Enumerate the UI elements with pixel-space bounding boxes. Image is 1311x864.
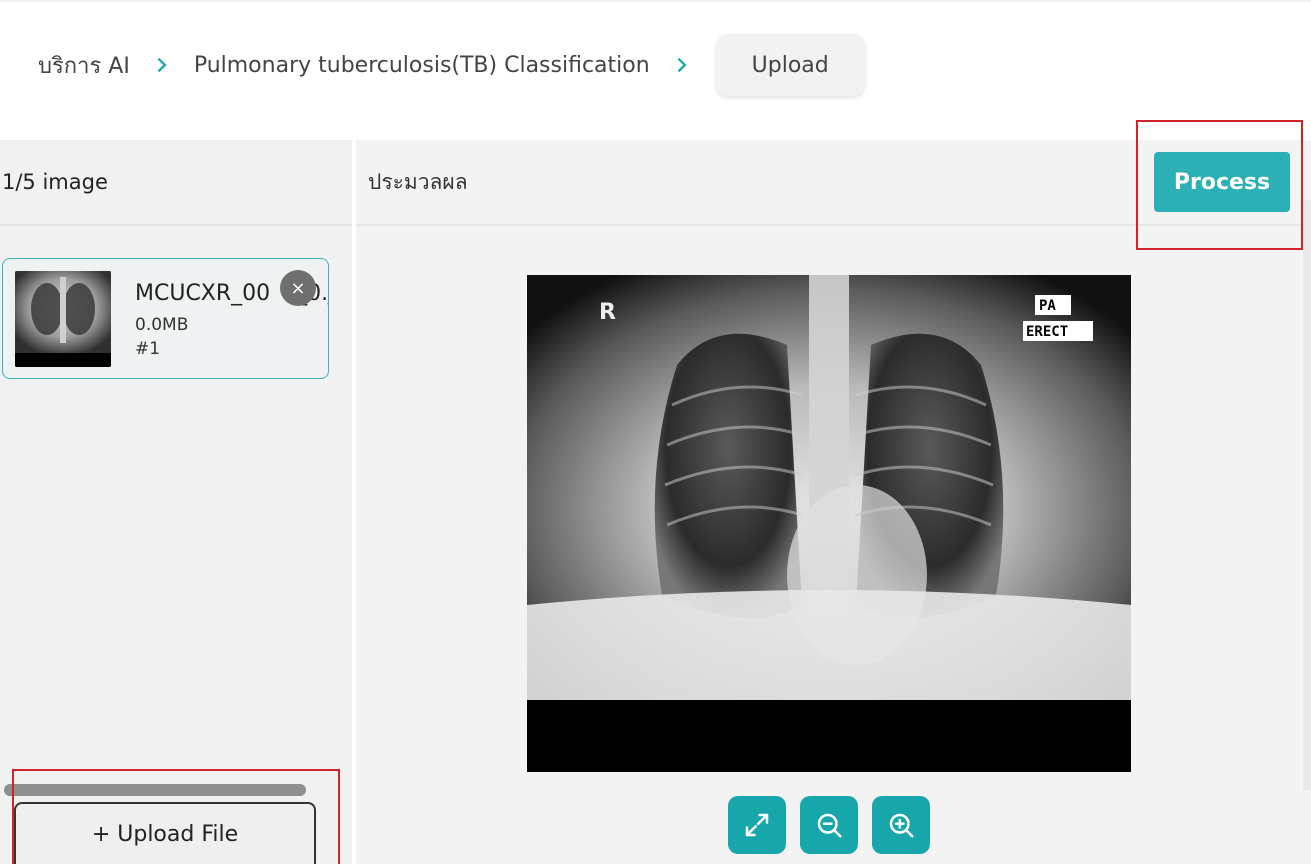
close-icon: × (290, 277, 306, 299)
expand-icon (745, 813, 769, 837)
xray-side-marker: R (599, 300, 616, 325)
zoom-in-icon (889, 813, 914, 838)
breadcrumb-ai-services[interactable]: บริการ AI (38, 48, 130, 83)
scrollbar-thumb[interactable] (4, 784, 306, 796)
file-size: 0.0MB (135, 315, 189, 335)
horizontal-scrollbar[interactable] (4, 784, 348, 798)
remove-file-button[interactable]: × (280, 270, 316, 306)
xray-position-label: ERECT (1026, 324, 1068, 340)
file-card[interactable]: MCUCXR_00_0.jp 0.0MB #1 (2, 258, 329, 379)
image-toolbar (728, 796, 930, 854)
process-panel: ประมวลผล Process R PA ERECT (356, 140, 1311, 864)
vertical-scrollbar[interactable] (1303, 200, 1311, 790)
xray-image: R PA ERECT (527, 275, 1131, 772)
expand-button[interactable] (728, 796, 786, 854)
file-list-panel: 1/5 image MCUCXR_00_0.jp 0.0MB #1 (0, 140, 352, 864)
process-title: ประมวลผล (368, 169, 468, 194)
zoom-in-button[interactable] (872, 796, 930, 854)
xray-view-label: PA (1039, 298, 1056, 314)
image-count-label: 1/5 image (0, 140, 352, 226)
chevron-right-icon (144, 58, 180, 72)
breadcrumb-current-upload: Upload (715, 34, 865, 96)
chevron-right-icon (664, 58, 700, 72)
zoom-out-button[interactable] (800, 796, 858, 854)
upload-file-button[interactable]: + Upload File (14, 802, 316, 864)
top-bar: บริการ AI Pulmonary tuberculosis(TB) Cla… (0, 0, 1311, 140)
breadcrumb: บริการ AI Pulmonary tuberculosis(TB) Cla… (38, 34, 865, 96)
process-button[interactable]: Process (1154, 152, 1290, 212)
file-index: #1 (135, 339, 161, 359)
breadcrumb-tb-classification[interactable]: Pulmonary tuberculosis(TB) Classificatio… (194, 53, 650, 78)
file-thumbnail (15, 271, 111, 367)
zoom-out-icon (817, 813, 842, 838)
